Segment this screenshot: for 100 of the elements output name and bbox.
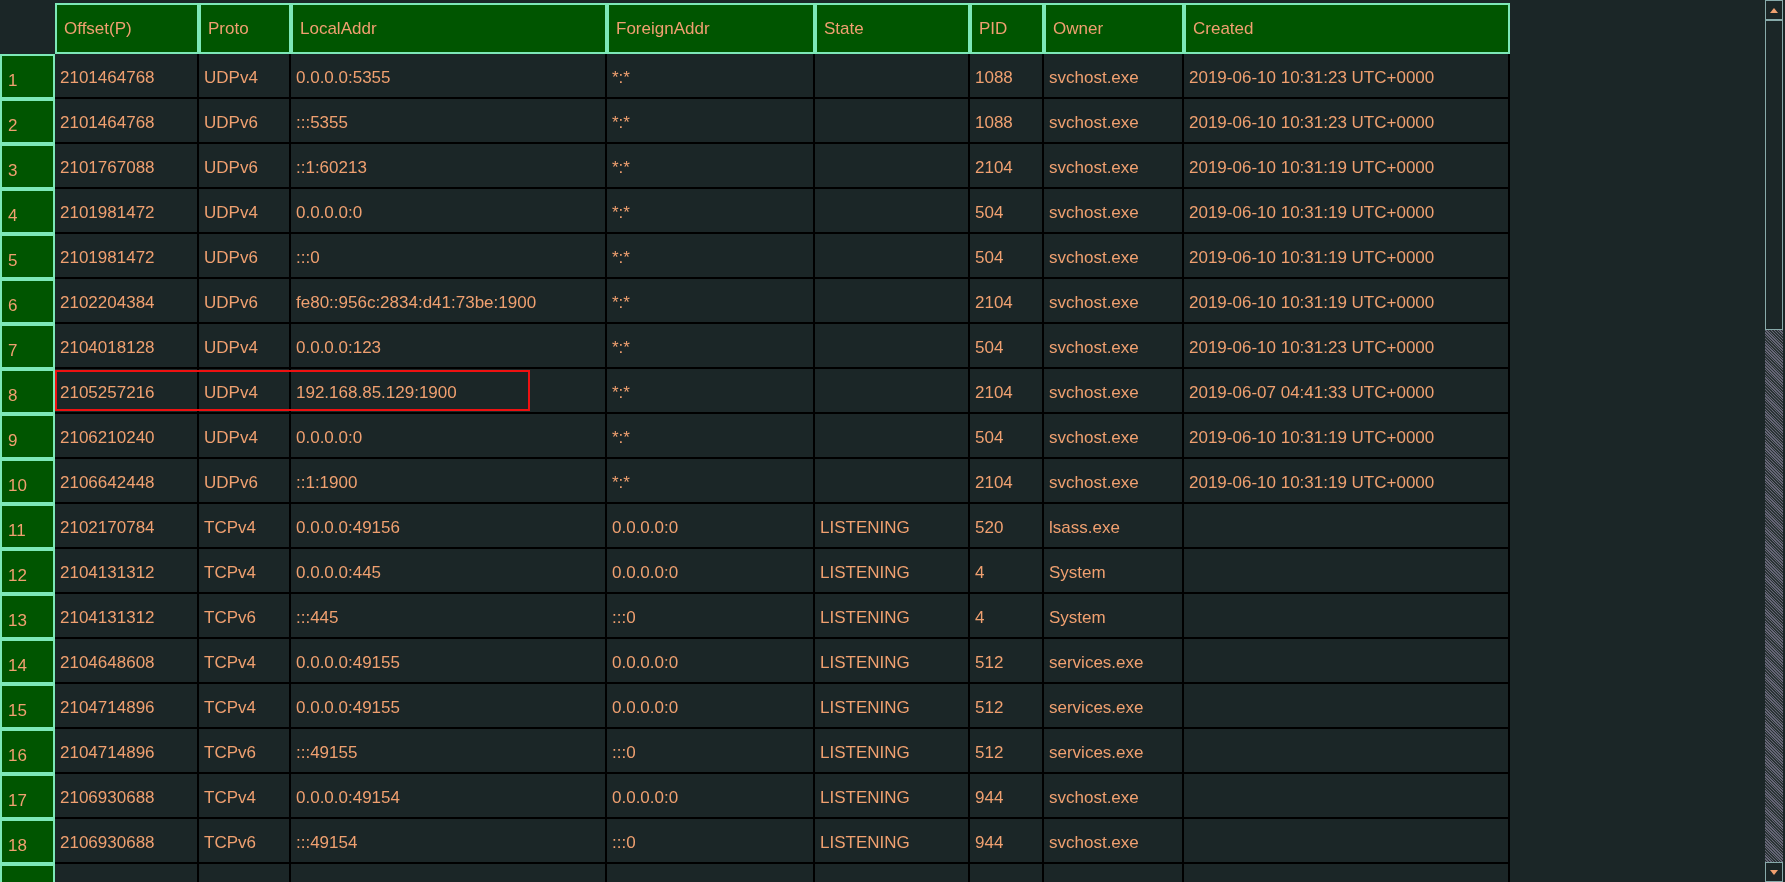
table-cell: :::0	[607, 729, 815, 774]
table-cell: 2101981472	[55, 189, 199, 234]
table-cell: svchost.exe	[1044, 144, 1184, 189]
table-cell: 0.0.0.0:445	[291, 549, 607, 594]
table-cell: 2104648608	[55, 639, 199, 684]
table-cell: UDPv6	[199, 144, 291, 189]
table-cell: 2019-06-10 10:31:19 UTC+0000	[1184, 459, 1510, 504]
table-cell: 4	[970, 594, 1044, 639]
table-cell: 192.168.85.129:1900	[291, 369, 607, 414]
table-cell: UDPv6	[199, 99, 291, 144]
row-number[interactable]: 9	[0, 414, 55, 459]
table-cell: 512	[970, 639, 1044, 684]
table-cell: *:*	[607, 279, 815, 324]
table-cell: LISTENING	[815, 504, 970, 549]
table-cell: svchost.exe	[1044, 189, 1184, 234]
scroll-down-button[interactable]	[1765, 862, 1783, 882]
table-cell: 2105257216	[55, 369, 199, 414]
table-cell: 2019-06-10 10:31:19 UTC+0000	[1184, 234, 1510, 279]
table-cell: svchost.exe	[1044, 774, 1184, 819]
table-cell: *:*	[607, 144, 815, 189]
row-number[interactable]: 17	[0, 774, 55, 819]
table-cell: 2019-06-10 10:31:19 UTC+0000	[1184, 189, 1510, 234]
table-cell: svchost.exe	[1044, 324, 1184, 369]
table-cell: 1088	[970, 54, 1044, 99]
table-cell: 2104	[970, 459, 1044, 504]
table-cell: UDPv4	[199, 324, 291, 369]
column-header[interactable]: ForeignAddr	[607, 3, 815, 54]
table-cell: 0.0.0.0:123	[291, 324, 607, 369]
row-number[interactable]: 18	[0, 819, 55, 864]
table-cell: 504	[970, 189, 1044, 234]
column-header[interactable]: Owner	[1044, 3, 1184, 54]
table-cell: 520	[970, 504, 1044, 549]
table-cell: 512	[970, 684, 1044, 729]
table-cell: 2106210240	[55, 414, 199, 459]
table-cell: *:*	[607, 459, 815, 504]
table-cell: 2104714896	[55, 684, 199, 729]
row-number[interactable]: 7	[0, 324, 55, 369]
table-cell: 4	[970, 549, 1044, 594]
table-cell: LISTENING	[815, 774, 970, 819]
table-cell: System	[1044, 549, 1184, 594]
row-number[interactable]: 3	[0, 144, 55, 189]
table-cell: 944	[970, 774, 1044, 819]
table-cell: 0.0.0.0:5355	[291, 54, 607, 99]
table-cell: svchost.exe	[1044, 369, 1184, 414]
table-cell: *:*	[607, 54, 815, 99]
table-cell: 0.0.0.0:0	[607, 549, 815, 594]
row-number[interactable]: 4	[0, 189, 55, 234]
table-cell: LISTENING	[815, 549, 970, 594]
table-cell: TCPv4	[199, 549, 291, 594]
table-cell: svchost.exe	[1044, 99, 1184, 144]
row-number[interactable]: 15	[0, 684, 55, 729]
table-cell: TCPv4	[199, 684, 291, 729]
scroll-thumb[interactable]	[1765, 20, 1783, 330]
table-cell: UDPv4	[199, 54, 291, 99]
table-cell: UDPv4	[199, 414, 291, 459]
row-number[interactable]: 11	[0, 504, 55, 549]
row-number[interactable]: 14	[0, 639, 55, 684]
table-cell: 0.0.0.0:49154	[291, 774, 607, 819]
table-cell: 2019-06-10 10:31:19 UTC+0000	[1184, 144, 1510, 189]
table-cell: *:*	[607, 234, 815, 279]
scroll-up-button[interactable]	[1765, 0, 1783, 20]
row-number[interactable]: 1	[0, 54, 55, 99]
table-cell: svchost.exe	[1044, 819, 1184, 864]
table-cell: 2102170784	[55, 504, 199, 549]
row-number[interactable]: 8	[0, 369, 55, 414]
table-cell: LISTENING	[815, 594, 970, 639]
table-cell: TCPv4	[199, 504, 291, 549]
table-cell: 0.0.0.0:49156	[291, 504, 607, 549]
column-header[interactable]: Proto	[199, 3, 291, 54]
row-number[interactable]: 12	[0, 549, 55, 594]
row-number[interactable]: 13	[0, 594, 55, 639]
table-cell: svchost.exe	[1044, 459, 1184, 504]
column-header[interactable]: State	[815, 3, 970, 54]
table-cell: :::49155	[291, 729, 607, 774]
table-cell: 2104018128	[55, 324, 199, 369]
down-arrow-icon	[1770, 869, 1778, 875]
table-cell: :::445	[291, 594, 607, 639]
table-cell: 2101981472	[55, 234, 199, 279]
table-cell: LISTENING	[815, 819, 970, 864]
table-cell: 2102204384	[55, 279, 199, 324]
row-number[interactable]: 5	[0, 234, 55, 279]
row-number[interactable]: 10	[0, 459, 55, 504]
column-header[interactable]: LocalAddr	[291, 3, 607, 54]
table-cell: svchost.exe	[1044, 414, 1184, 459]
row-number[interactable]: 2	[0, 99, 55, 144]
row-number[interactable]: 6	[0, 279, 55, 324]
row-number[interactable]: 16	[0, 729, 55, 774]
table-cell: 2104	[970, 144, 1044, 189]
table-cell: *:*	[607, 99, 815, 144]
table-cell: 1088	[970, 99, 1044, 144]
column-header[interactable]: Created	[1184, 3, 1510, 54]
table-cell: 2101767088	[55, 144, 199, 189]
column-header[interactable]: Offset(P)	[55, 3, 199, 54]
table-cell: 2019-06-07 04:41:33 UTC+0000	[1184, 369, 1510, 414]
table-cell: LISTENING	[815, 729, 970, 774]
column-header[interactable]: PID	[970, 3, 1044, 54]
table-cell: 504	[970, 234, 1044, 279]
table-cell: lsass.exe	[1044, 504, 1184, 549]
table-cell: 2019-06-10 10:31:19 UTC+0000	[1184, 414, 1510, 459]
table-cell: ::1:60213	[291, 144, 607, 189]
